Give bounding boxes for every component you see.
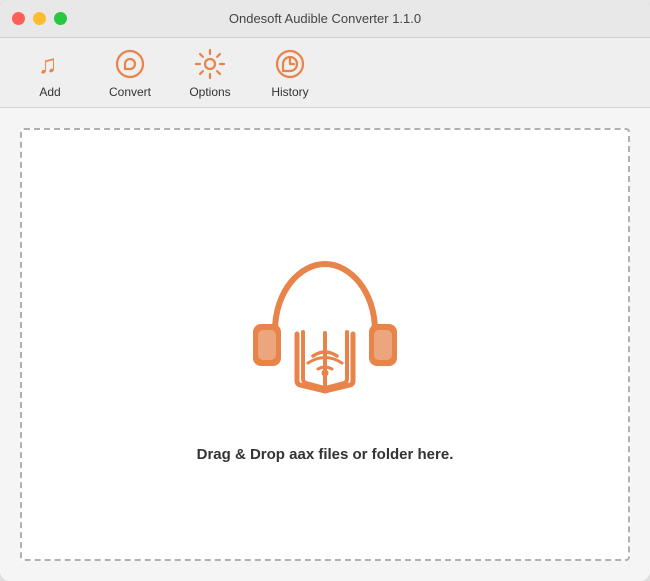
- window-controls: [12, 12, 67, 25]
- minimize-button[interactable]: [33, 12, 46, 25]
- maximize-button[interactable]: [54, 12, 67, 25]
- main-content: Drag & Drop aax files or folder here.: [0, 108, 650, 581]
- toolbar: ♫ Add Convert O: [0, 38, 650, 108]
- toolbar-item-add[interactable]: ♫ Add: [10, 41, 90, 105]
- app-window: Ondesoft Audible Converter 1.1.0 ♫ Add: [0, 0, 650, 581]
- toolbar-item-options[interactable]: Options: [170, 41, 250, 105]
- history-label: History: [271, 85, 308, 99]
- titlebar: Ondesoft Audible Converter 1.1.0: [0, 0, 650, 38]
- audiobook-icon: [225, 226, 425, 426]
- convert-label: Convert: [109, 85, 151, 99]
- add-label: Add: [39, 85, 60, 99]
- svg-text:♫: ♫: [38, 49, 58, 79]
- window-title: Ondesoft Audible Converter 1.1.0: [229, 11, 421, 26]
- close-button[interactable]: [12, 12, 25, 25]
- drop-zone[interactable]: Drag & Drop aax files or folder here.: [20, 128, 630, 561]
- options-label: Options: [189, 85, 230, 99]
- toolbar-item-history[interactable]: History: [250, 41, 330, 105]
- drop-zone-label: Drag & Drop aax files or folder here.: [197, 446, 454, 463]
- options-icon: [193, 47, 227, 81]
- toolbar-item-convert[interactable]: Convert: [90, 41, 170, 105]
- convert-icon: [113, 47, 147, 81]
- add-icon: ♫: [33, 47, 67, 81]
- history-icon: [273, 47, 307, 81]
